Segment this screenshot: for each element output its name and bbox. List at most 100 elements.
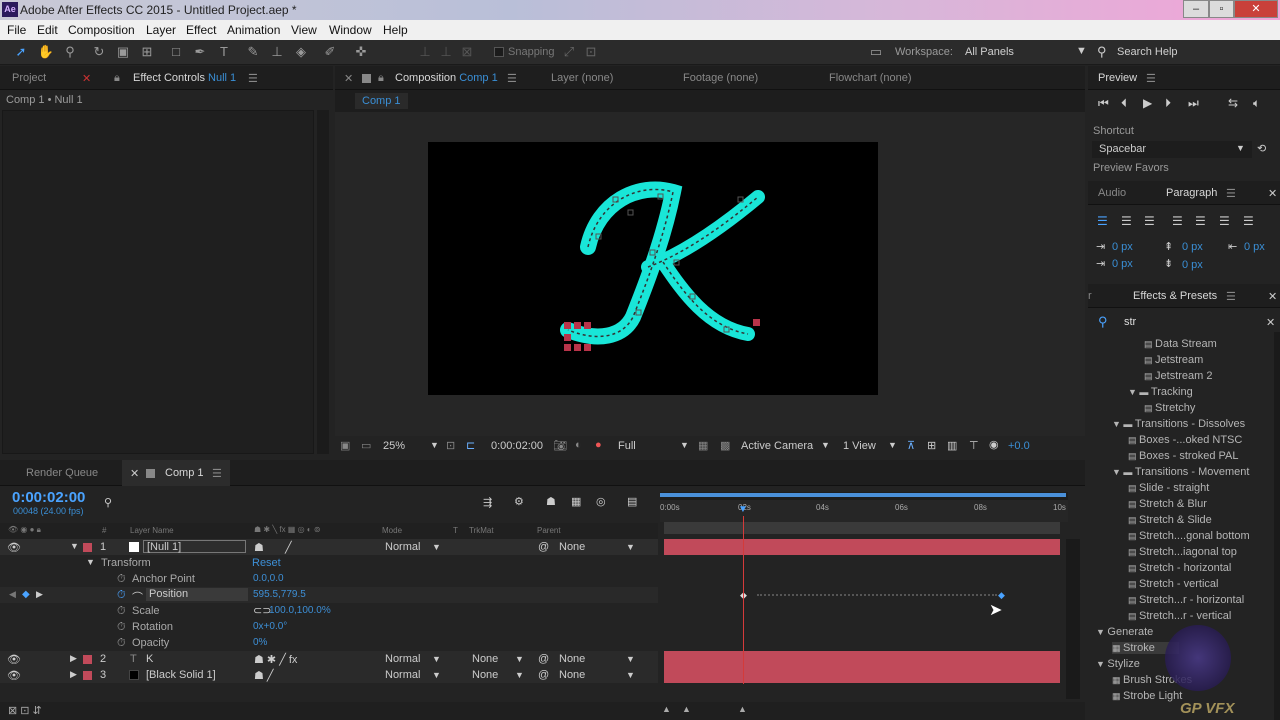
effects-list-item[interactable]: ▼ ▬ Transitions - Movement <box>1112 466 1249 478</box>
comp-subtab[interactable]: Comp 1 <box>355 93 408 109</box>
stopwatch-icon[interactable]: ⏱ <box>117 605 126 618</box>
parent-dropdown-icon[interactable]: ▼ <box>626 654 635 664</box>
effects-list-item[interactable]: ▼ ▬ Tracking <box>1128 386 1193 398</box>
zoom-select[interactable]: 25% <box>383 440 405 452</box>
tab-overflow[interactable]: r <box>1088 290 1092 302</box>
reset-icon[interactable]: ⟲ <box>1257 142 1266 155</box>
stopwatch-icon[interactable]: ⏱ <box>117 573 126 586</box>
view-dropdown-icon[interactable]: ▼ <box>888 440 897 450</box>
next-frame-button[interactable]: ⏵ <box>1165 96 1171 111</box>
snap-features-icon[interactable]: ⊡ <box>582 43 600 61</box>
hand-tool-icon[interactable]: ✋ <box>37 43 55 61</box>
timeline-icon[interactable]: ▥ <box>947 439 957 452</box>
col-layer-name[interactable]: Layer Name <box>130 526 174 535</box>
transform-group[interactable]: ▼ Transform Reset <box>0 555 658 571</box>
title-safe-icon[interactable]: ⊏ <box>466 439 475 452</box>
parent-pickwhip-icon[interactable]: @ <box>538 541 549 553</box>
panel-menu-icon[interactable]: ☰ <box>507 72 517 85</box>
layer-row-2[interactable]: 👁︎ ▶ 2 T K ☗ ✱ ╱ fx Normal ▼ None ▼ @ No… <box>0 651 658 667</box>
camera-dropdown-icon[interactable]: ▼ <box>821 440 830 450</box>
effects-list-item[interactable]: ▤ Slide - straight <box>1128 482 1209 494</box>
parent-pickwhip-icon[interactable]: @ <box>538 653 549 665</box>
playhead-handle[interactable]: ▼ <box>738 504 748 515</box>
effects-list-item[interactable]: ▤ Jetstream <box>1144 354 1203 366</box>
comp-mini-flowchart-icon[interactable]: ⇶ <box>483 496 492 509</box>
selection-tool-icon[interactable]: ➚ <box>12 43 30 61</box>
effects-list-item[interactable]: ▤ Stretch...r - horizontal <box>1128 594 1244 606</box>
zoom-dropdown-icon[interactable]: ▼ <box>430 440 439 450</box>
effects-scrollbar[interactable] <box>1274 332 1280 720</box>
prop-position[interactable]: ◀ ◆ ▶ ⏱ ⌒ Position 595.5,779.5 <box>0 587 658 604</box>
close-tab-icon[interactable]: ✕ <box>344 72 353 85</box>
prop-value[interactable]: 0.0,0.0 <box>253 573 284 584</box>
expand-transform-icon[interactable]: ▼ <box>86 557 95 567</box>
view-layout-select[interactable]: 1 View <box>843 440 876 452</box>
search-help-input[interactable]: Search Help <box>1117 46 1178 58</box>
effects-list-item[interactable]: ▼ ▬ Transitions - Dissolves <box>1112 418 1245 430</box>
transparency-grid-icon[interactable]: ▩ <box>720 439 730 452</box>
trkmat-select[interactable]: None <box>472 669 498 681</box>
menu-animation[interactable]: Animation <box>227 23 280 37</box>
mode-dropdown-icon[interactable]: ▼ <box>432 654 441 664</box>
zoom-in-icon[interactable]: ▲ <box>738 704 747 714</box>
space-after-value[interactable]: 0 px <box>1182 259 1203 271</box>
first-frame-button[interactable]: ⏮ <box>1098 96 1109 111</box>
panel-menu-icon[interactable]: ☰ <box>248 72 258 85</box>
eraser-tool-icon[interactable]: ◈ <box>292 43 310 61</box>
effects-list-item[interactable]: ▤ Boxes -...oked NTSC <box>1128 434 1242 446</box>
composition-canvas[interactable] <box>428 142 878 395</box>
effects-list-item[interactable]: ▤ Stretch & Blur <box>1128 498 1207 510</box>
type-tool-icon[interactable]: T <box>215 43 233 61</box>
mode-select[interactable]: Normal <box>385 653 420 665</box>
panel-menu-icon[interactable]: ☰ <box>1226 290 1236 303</box>
resolution-select[interactable]: Full <box>618 440 636 452</box>
letter-k-artwork[interactable] <box>428 142 878 395</box>
tab-preview[interactable]: Preview <box>1098 72 1137 84</box>
panel-menu-icon[interactable]: ☰ <box>1226 187 1236 200</box>
layer-name[interactable]: [Black Solid 1] <box>146 669 216 681</box>
menu-view[interactable]: View <box>291 23 317 37</box>
lock-icon[interactable]: 🔒︎ <box>114 72 120 85</box>
camera-select[interactable]: Active Camera <box>741 440 813 452</box>
mode-dropdown-icon[interactable]: ▼ <box>432 670 441 680</box>
puppet-pin-tool-icon[interactable]: ✜ <box>352 43 370 61</box>
snapshot-icon[interactable]: 📷︎ <box>553 439 567 452</box>
timeline-scrollbar[interactable] <box>1066 539 1080 699</box>
brush-tool-icon[interactable]: ✎ <box>244 43 262 61</box>
motion-blur-icon[interactable]: ◎ <box>596 495 606 508</box>
menu-file[interactable]: File <box>7 23 26 37</box>
tab-comp-1[interactable]: Comp 1 <box>165 467 204 479</box>
stopwatch-icon[interactable]: ⏱ <box>117 589 126 602</box>
show-snapshot-icon[interactable]: ◐ <box>575 439 582 451</box>
menu-effect[interactable]: Effect <box>186 23 216 37</box>
resolution-dropdown-icon[interactable]: ▼ <box>680 440 689 450</box>
prop-opacity[interactable]: ⏱ Opacity 0% <box>0 635 658 651</box>
workspace-dropdown-icon[interactable]: ▼ <box>1076 45 1087 57</box>
layer-row-1[interactable]: 👁︎ ▼ 1 [Null 1] ☗ ╱ Normal ▼ @ None ▼ <box>0 539 658 555</box>
next-keyframe-icon[interactable]: ▶ <box>36 589 43 600</box>
menu-composition[interactable]: Composition <box>68 23 135 37</box>
prop-anchor-point[interactable]: ⏱ Anchor Point 0.0,0.0 <box>0 571 658 587</box>
shy-layers-icon[interactable]: ☗ <box>546 495 556 508</box>
playhead-line[interactable] <box>743 516 744 684</box>
time-ruler[interactable]: 0:00s 02s 04s 06s 08s 10s <box>660 500 1068 522</box>
effects-list-item[interactable]: ▤ Stretch - horizontal <box>1128 562 1231 574</box>
prop-value[interactable]: 0x+0.0° <box>253 621 287 632</box>
zoom-out-icon[interactable]: ▲ <box>662 704 671 714</box>
prop-scale[interactable]: ⏱ Scale ⊂⊃ 100.0,100.0% <box>0 603 658 619</box>
video-visibility-icon[interactable]: 👁︎ <box>7 653 21 666</box>
clone-stamp-tool-icon[interactable]: ⊥ <box>268 43 286 61</box>
region-of-interest-icon[interactable]: ▦ <box>698 439 708 452</box>
effects-list-item[interactable]: ▤ Stretch...r - vertical <box>1128 610 1231 622</box>
indent-right-value[interactable]: 0 px <box>1244 241 1265 253</box>
parent-select[interactable]: None <box>559 541 585 553</box>
trkmat-dropdown-icon[interactable]: ▼ <box>515 670 524 680</box>
transform-reset[interactable]: Reset <box>252 557 281 569</box>
indent-left-value[interactable]: 0 px <box>1112 241 1133 253</box>
col-parent[interactable]: Parent <box>537 526 561 535</box>
close-tab-icon[interactable]: ✕ <box>1268 290 1277 303</box>
scrollbar[interactable] <box>317 110 329 454</box>
prop-rotation[interactable]: ⏱ Rotation 0x+0.0° <box>0 619 658 635</box>
trkmat-select[interactable]: None <box>472 653 498 665</box>
col-trkmat[interactable]: TrkMat <box>469 526 494 535</box>
